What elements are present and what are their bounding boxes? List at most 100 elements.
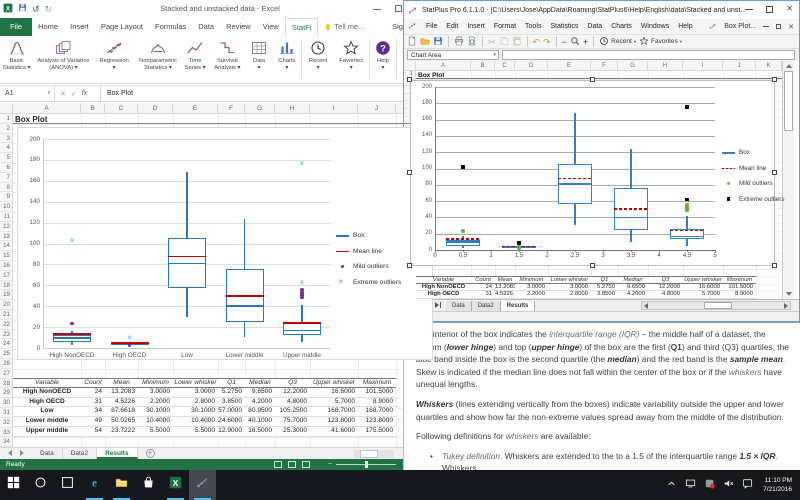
row-header-14[interactable]: 14	[0, 241, 13, 251]
undo-icon[interactable]: ↺	[32, 3, 40, 15]
page-layout-view-icon[interactable]	[288, 461, 296, 468]
selection-handle[interactable]	[590, 263, 595, 268]
scrollbar-thumb[interactable]	[704, 302, 732, 309]
close-icon[interactable]: ✕	[786, 5, 793, 13]
scroll-right-icon[interactable]	[784, 303, 788, 309]
scrollbar-thumb[interactable]	[784, 71, 793, 131]
column-header-C[interactable]: C	[105, 103, 138, 114]
chevron-up-icon[interactable]	[666, 476, 677, 494]
row-header-21[interactable]: 21	[0, 310, 13, 320]
column-header-K[interactable]: K	[756, 61, 782, 71]
sheet-prev-icon[interactable]	[4, 450, 16, 458]
zoom-out-icon[interactable]: −	[328, 459, 332, 470]
selection-handle[interactable]	[772, 170, 777, 175]
minimize-icon[interactable]	[745, 9, 753, 10]
cut-button[interactable]: ✂	[488, 37, 496, 47]
column-header-F[interactable]: F	[218, 103, 245, 114]
scroll-left-icon[interactable]	[644, 303, 648, 309]
row-header-5[interactable]: 5	[0, 153, 13, 163]
column-header-H[interactable]: H	[275, 103, 310, 114]
range-selector[interactable]: Chart Area ▾	[407, 50, 499, 60]
column-header-E[interactable]: E	[548, 61, 591, 71]
menu-insert[interactable]: Insert	[467, 23, 485, 30]
ribbon-button-time[interactable]: TimeSeries ▾	[181, 36, 208, 83]
sheet-tab-data2[interactable]: Data2	[63, 448, 97, 459]
statplus-titlebar[interactable]: StatPlus Pro 6.1.1.0 - [C:\Users\Jose\Ap…	[404, 1, 799, 19]
statplus-taskbar-button[interactable]	[189, 470, 216, 500]
sheet-next-icon[interactable]	[16, 450, 28, 458]
sheet-tab-results[interactable]: Results	[501, 301, 536, 311]
action-center-icon[interactable]	[742, 476, 753, 494]
excel-taskbar-button[interactable]: X	[162, 470, 189, 500]
chevron-down-icon[interactable]: ▾	[47, 86, 50, 101]
column-header-H[interactable]: H	[648, 61, 683, 71]
menu-format[interactable]: Format	[494, 23, 516, 30]
row-header-15[interactable]: 15	[0, 251, 13, 261]
row-header-3[interactable]: 3	[0, 134, 13, 144]
new-sheet-button[interactable]: +	[146, 449, 155, 458]
recent-button[interactable]: Recent▾	[599, 36, 636, 48]
row-header-8[interactable]: 8	[0, 183, 13, 193]
sheet-tab-data[interactable]: Data	[32, 448, 63, 459]
row-header-23[interactable]: 23	[0, 330, 13, 340]
row-header-18[interactable]: 18	[0, 281, 13, 291]
menu-windows[interactable]: Windows	[641, 23, 669, 30]
scrollbar-thumb[interactable]	[360, 450, 378, 458]
page-button[interactable]	[407, 36, 417, 48]
task-view-button[interactable]	[54, 470, 81, 500]
column-header-D[interactable]: D	[138, 103, 173, 114]
row-header-33[interactable]: 33	[0, 428, 13, 438]
save-icon[interactable]	[18, 3, 27, 15]
formula-input[interactable]: Box Plot	[101, 86, 440, 101]
column-header-I[interactable]: I	[683, 61, 723, 71]
row-header-27[interactable]: 27	[0, 369, 13, 379]
row-header-20[interactable]: 20	[0, 300, 13, 310]
last-sheet-icon[interactable]	[433, 302, 443, 310]
enter-icon[interactable]: ✓	[71, 90, 77, 98]
selection-handle[interactable]	[772, 77, 777, 82]
tab-review[interactable]: Review	[220, 18, 257, 36]
ribbon-button-basic[interactable]: BasicStatistics ▾	[0, 36, 33, 83]
tab-page-layout[interactable]: Page Layout	[95, 18, 149, 36]
statplus-notify-icon[interactable]	[704, 476, 715, 494]
sheet-tab-data2[interactable]: Data2	[472, 301, 501, 311]
select-all-corner[interactable]	[0, 103, 13, 114]
row-header-12[interactable]: 12	[0, 222, 13, 232]
minus-button[interactable]: −	[562, 37, 567, 47]
row-header-24[interactable]: 24	[0, 339, 13, 349]
scroll-down-icon[interactable]	[786, 292, 792, 296]
row-header-30[interactable]: 30	[0, 398, 13, 408]
sheet-tab-results[interactable]: Results	[97, 448, 137, 459]
menu-charts[interactable]: Charts	[611, 23, 632, 30]
menu-statistics[interactable]: Statistics	[550, 23, 578, 30]
row-header-2[interactable]: 2	[0, 124, 13, 134]
vertical-scrollbar[interactable]	[782, 61, 794, 299]
row-header-28[interactable]: 28	[0, 379, 13, 389]
preview-button[interactable]	[467, 36, 477, 48]
row-header-17[interactable]: 17	[0, 271, 13, 281]
row-header-31[interactable]: 31	[0, 408, 13, 418]
ribbon-button-help[interactable]: ?Help▾	[370, 36, 396, 83]
tab-tell-me[interactable]: Tell me...	[318, 18, 370, 36]
column-header-G[interactable]: G	[245, 103, 275, 114]
ribbon-button-analysis-of-variance[interactable]: Analysis of Variance(ANOVA) ▾	[33, 36, 93, 83]
column-header-A[interactable]: A	[416, 61, 471, 71]
menu-data[interactable]: Data	[587, 23, 602, 30]
name-box[interactable]: A1 ▾	[0, 86, 55, 101]
row-header-34[interactable]: 34	[0, 437, 13, 447]
row-header-26[interactable]: 26	[0, 359, 13, 369]
selection-handle[interactable]	[407, 263, 412, 268]
selection-handle[interactable]	[407, 77, 412, 82]
row-header-25[interactable]: 25	[0, 349, 13, 359]
taskbar-clock[interactable]: 11:10 PM7/21/2016	[759, 470, 800, 500]
tab-formulas[interactable]: Formulas	[149, 18, 192, 36]
statplus-box-plot-chart[interactable]: 02040608010012014016018020000.511.522.53…	[410, 80, 775, 266]
store-button[interactable]	[135, 470, 162, 500]
row-header-32[interactable]: 32	[0, 418, 13, 428]
menu-help[interactable]: Help	[678, 23, 692, 30]
folder-button[interactable]	[420, 36, 430, 48]
magnifier-button[interactable]	[570, 36, 580, 48]
restore-icon[interactable]	[395, 5, 402, 12]
ribbon-button-recent[interactable]: Recent▾	[302, 36, 333, 83]
ribbon-button-charts[interactable]: Charts▾	[272, 36, 301, 83]
